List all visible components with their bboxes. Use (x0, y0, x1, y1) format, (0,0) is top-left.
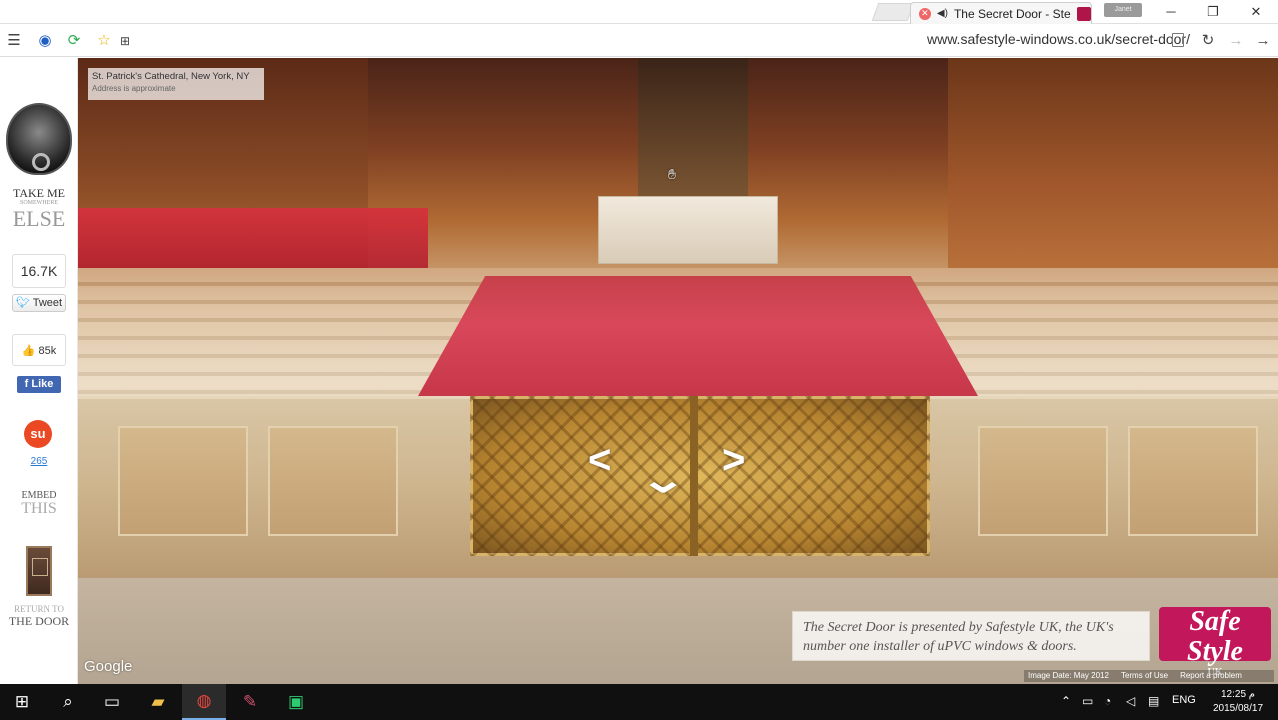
active-tab[interactable]: ✕ ◀) The Secret Door - Step (910, 2, 1092, 24)
taskbar: ⊞ ⌕ ▭ ▰ ◍ ✎ ▣ ⌃ ▭ ◔ ◁ ▤ ENG 12:25 م 2015… (0, 684, 1278, 720)
safestyle-logo[interactable]: Safe Style UK (1159, 607, 1271, 678)
embed-line2[interactable]: THIS (0, 500, 78, 518)
refresh-extension-icon[interactable]: ⟳ (64, 31, 84, 51)
red-steps (78, 208, 428, 268)
file-explorer-icon[interactable]: ▰ (136, 684, 180, 720)
stumbleupon-icon[interactable]: su (24, 420, 52, 448)
tweet-button[interactable]: 🐦︎ Tweet (12, 294, 66, 312)
battery-icon[interactable]: ▭ (1082, 694, 1093, 708)
minimize-icon[interactable]: ─ (1157, 3, 1185, 21)
profile-button[interactable]: Janet (1104, 3, 1142, 17)
title-bar: ✕ ◀) The Secret Door - Step Janet ─ ❐ ✕ (0, 0, 1278, 24)
red-carpet (418, 276, 978, 396)
facebook-like-button[interactable]: f Like (17, 376, 61, 393)
google-logo: Google (84, 658, 133, 675)
camtasia-icon[interactable]: ▣ (274, 684, 318, 720)
wifi-icon[interactable]: ◔ (1104, 694, 1111, 708)
language-indicator[interactable]: ENG (1172, 694, 1196, 706)
twitter-count: 16.7K (12, 254, 66, 288)
hand-cursor-icon: ✋︎ (668, 166, 676, 182)
rail-panel (978, 426, 1108, 536)
facebook-count: 👍 85k (12, 334, 66, 366)
close-tab-icon[interactable]: ✕ (919, 7, 931, 20)
star-icon[interactable]: ☆ (94, 31, 114, 51)
tab-title: The Secret Door - Step (953, 6, 1072, 21)
volume-icon[interactable]: ◁ (1126, 694, 1135, 708)
nav-back-arrow-icon[interactable]: ⌄ (639, 462, 687, 498)
chrome-icon[interactable]: ◍ (182, 684, 226, 720)
page-icon (1172, 33, 1184, 47)
tweet-label: Tweet (32, 297, 63, 309)
task-view-icon[interactable]: ▭ (90, 684, 134, 720)
clock-time: 12:25 م (1220, 689, 1255, 700)
rail-panel (118, 426, 248, 536)
show-hidden-icons-icon[interactable]: ⌃ (1061, 694, 1071, 708)
map-footer: Image Date: May 2012 Terms of Use Report… (1024, 670, 1274, 682)
choir-stalls-right (948, 58, 1278, 268)
bookmark-icon[interactable]: ⊞ (115, 31, 135, 51)
location-subtitle: Address is approximate (92, 84, 176, 93)
lion-door-knocker-logo[interactable] (6, 103, 72, 175)
nave-window (638, 58, 748, 198)
restore-icon[interactable]: ❐ (1199, 3, 1227, 21)
start-windows-icon[interactable]: ⊞ (0, 684, 44, 720)
browser-toolbar: ☰ ◉ ⟳ ☆ ⊞ www.safestyle-windows.co.uk/se… (0, 24, 1278, 57)
image-date: Image Date: May 2012 (1028, 671, 1109, 680)
altar (598, 196, 778, 264)
paint-icon[interactable]: ✎ (228, 684, 272, 720)
location-title: St. Patrick's Cathedral, New York, NY (92, 71, 250, 82)
brand-line1: TAKE ME (12, 186, 66, 200)
search-icon[interactable]: ⌕ (46, 684, 90, 720)
stumbleupon-count[interactable]: 265 (0, 456, 78, 467)
favicon-icon (1077, 6, 1091, 21)
nav-right-arrow-icon[interactable]: > (722, 440, 745, 480)
forward-icon[interactable]: → (1226, 31, 1246, 51)
social-sidebar: TAKE ME SOMEWHERE ELSE 16.7K 🐦︎ Tweet 👍 … (0, 58, 78, 684)
back-icon[interactable]: → (1253, 31, 1273, 51)
street-view-panorama[interactable] (78, 58, 1278, 684)
gate-lattice (470, 396, 930, 556)
presented-by-note: The Secret Door is presented by Safestyl… (792, 611, 1150, 661)
gate-divider (690, 396, 698, 556)
clock[interactable]: 12:25 م 2015/08/17 (1208, 688, 1268, 716)
address-bar[interactable]: www.safestyle-windows.co.uk/secret-door/ (927, 31, 1190, 47)
nav-left-arrow-icon[interactable]: < (588, 440, 611, 480)
notification-icon[interactable]: ▤ (1148, 694, 1159, 708)
terms-link[interactable]: Terms of Use (1121, 671, 1168, 681)
report-link[interactable]: Report a problem (1180, 671, 1242, 681)
brand-line3: ELSE (12, 206, 66, 231)
clock-date: 2015/08/17 (1212, 703, 1264, 714)
rail-panel (1128, 426, 1258, 536)
rail-panel (268, 426, 398, 536)
extension-icon[interactable]: ◉ (35, 31, 55, 51)
safestyle-logo-text: Safe Style (1187, 606, 1243, 667)
like-label: Like (31, 378, 54, 390)
audio-playing-icon: ◀) (936, 8, 948, 19)
reload-icon[interactable]: ↻ (1198, 31, 1218, 51)
return-line2[interactable]: THE DOOR (0, 614, 78, 629)
menu-icon[interactable]: ☰ (4, 31, 24, 51)
facebook-count-value: 85k (38, 345, 57, 357)
return-line1[interactable]: RETURN TO (0, 604, 78, 614)
new-tab-button[interactable] (871, 3, 915, 21)
close-window-icon[interactable]: ✕ (1242, 3, 1270, 21)
location-card: St. Patrick's Cathedral, New York, NY Ad… (88, 68, 264, 100)
door-thumbnail[interactable] (26, 546, 52, 596)
